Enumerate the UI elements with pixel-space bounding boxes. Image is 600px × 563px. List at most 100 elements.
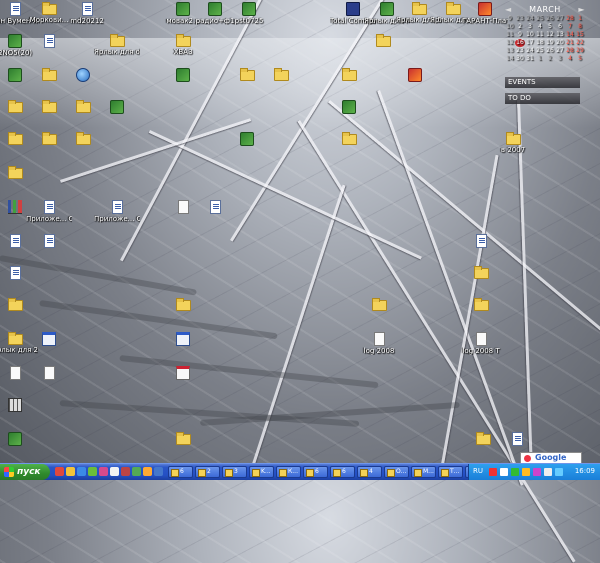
taskbar-window-button[interactable]: 3 [222,466,247,478]
word-quicklaunch-icon[interactable] [154,467,163,476]
desktop-icon[interactable] [0,266,38,281]
desktop-icon[interactable] [458,266,504,280]
clock[interactable]: 16:09 [575,467,595,476]
ie-quicklaunch-icon[interactable] [77,467,86,476]
calendar-day[interactable]: 2 [515,23,525,31]
desktop-icon[interactable]: log 2008 [356,332,402,355]
calendar-day[interactable]: 20 [555,39,565,47]
opera-quicklaunch-icon[interactable] [121,467,130,476]
calendar-day[interactable]: 27 [555,15,565,23]
desktop-icon[interactable] [26,332,72,347]
taskbar-window-button[interactable]: 2 [195,466,220,478]
folder2-quicklaunch-icon[interactable] [143,467,152,476]
calendar-day[interactable]: 26 [545,47,555,55]
taskbar-window-button[interactable]: K... [249,466,274,478]
events-bar[interactable]: EVENTS [505,77,580,88]
calendar-day[interactable]: 15 [575,31,585,39]
calendar-day[interactable]: 4 [535,23,545,31]
taskbar-window-button[interactable]: 4 [357,466,382,478]
desktop-icon[interactable]: ГАРАНТ-Платфор... [462,2,508,25]
taskbar-window-button[interactable]: 6 [330,466,355,478]
calendar-day[interactable]: 21 [565,39,575,47]
desktop-icon[interactable] [60,68,106,83]
desktop-icon[interactable] [160,432,206,446]
taskbar-window-button[interactable]: М... [411,466,436,478]
calendar-day[interactable]: 7 [565,23,575,31]
desktop-icon[interactable] [60,132,106,146]
media-tray-icon[interactable] [533,468,541,476]
k-tray-icon[interactable] [500,468,508,476]
calendar-day[interactable]: 3 [525,23,535,31]
calendar-day[interactable]: 30 [515,55,525,63]
desktop-icon[interactable] [94,100,140,115]
calendar-day[interactable]: 25 [535,15,545,23]
desktop-icon[interactable]: Приложе... СТ... [94,200,140,223]
calendar-day[interactable]: 1 [575,15,585,23]
taskbar-window-button[interactable]: К... [276,466,301,478]
media-quicklaunch-icon[interactable] [99,467,108,476]
desktop-icon[interactable] [326,68,372,82]
calendar-day[interactable]: 6 [555,23,565,31]
calendar-day[interactable]: 31 [525,55,535,63]
desktop-icon[interactable] [326,132,372,146]
desktop-icon[interactable] [26,234,72,249]
desktop-icon[interactable] [0,398,38,413]
desktop-icon[interactable] [0,298,38,312]
desktop-icon[interactable] [26,34,72,49]
doc-quicklaunch-icon[interactable] [110,467,119,476]
calendar-day[interactable]: 12 [545,31,555,39]
calendar-day[interactable]: 2 [545,55,555,63]
desktop-icon[interactable] [160,68,206,83]
folder-quicklaunch-icon[interactable] [66,467,75,476]
calendar-day[interactable]: 8 [575,23,585,31]
antivirus-tray-icon[interactable] [489,468,497,476]
calendar-day[interactable]: 27 [555,47,565,55]
calendar-day[interactable]: 5 [575,55,585,63]
monitor-tray-icon[interactable] [555,468,563,476]
prev-month-button[interactable]: ◄ [505,4,512,15]
calendar-day[interactable]: 24 [525,47,535,55]
calendar-day[interactable]: 14 [565,31,575,39]
desktop-icon[interactable] [458,234,504,249]
taskbar-window-button[interactable]: Т... [438,466,463,478]
desktop-icon[interactable]: Ярлык для обработка [94,34,140,56]
desktop-icon[interactable] [160,332,206,347]
start-button[interactable]: пуск [0,464,50,480]
calendar-day[interactable]: 24 [525,15,535,23]
desktop-icon[interactable]: Приложе... СТК... [26,200,72,223]
desktop-icon[interactable] [356,298,402,312]
app-quicklaunch-icon[interactable] [88,467,97,476]
desktop-icon[interactable] [160,366,206,381]
desktop-icon[interactable] [258,68,304,82]
calendar-day[interactable]: 18 [535,39,545,47]
desktop-icon[interactable] [160,298,206,312]
calendar-day[interactable]: 10 [525,31,535,39]
calendar-day[interactable]: 3 [555,55,565,63]
calendar-day[interactable]: 13 [555,31,565,39]
desktop-icon[interactable] [360,34,406,48]
desktop-icon[interactable]: ХВАЗ [160,34,206,56]
desktop-icon[interactable] [458,298,504,312]
desktop-icon[interactable]: md20212 [64,2,110,25]
calendar-day[interactable]: 4 [565,55,575,63]
desktop-icon[interactable]: в 2007 [490,132,536,154]
calendar-day[interactable]: 23 [515,15,525,23]
next-month-button[interactable]: ► [578,4,585,15]
desktop-icon[interactable] [0,432,38,447]
calendar-day[interactable]: 11 [535,31,545,39]
calendar-day[interactable]: 22 [575,39,585,47]
taskbar-window-button[interactable]: 6 [303,466,328,478]
todo-bar[interactable]: TO DO [505,93,580,104]
calendar-day[interactable]: 17 [525,39,535,47]
taskbar-window-button[interactable]: 6 [168,466,193,478]
calendar-day[interactable]: 9 [515,31,525,39]
desktop-icon[interactable] [326,100,372,115]
tool-quicklaunch-icon[interactable] [132,467,141,476]
calendar-day[interactable]: 25 [535,47,545,55]
calendar-day[interactable]: 16 [515,39,525,47]
calendar-day[interactable]: 1 [535,55,545,63]
desktop-icon[interactable] [26,366,72,381]
desktop-icon[interactable]: log 2008 Т [458,332,504,355]
calendar-day[interactable]: 29 [575,47,585,55]
browser-quicklaunch-icon[interactable] [55,467,64,476]
